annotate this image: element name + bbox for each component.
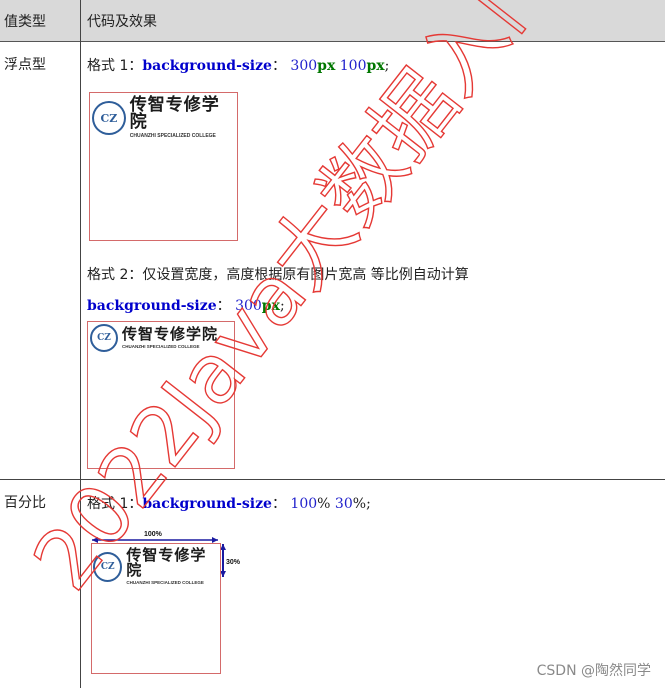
college-logo: CZ 传智专修学院 CHUANZHI SPECIALIZED COLLEGE [93, 548, 220, 586]
logo-english: CHUANZHI SPECIALIZED COLLEGE [122, 343, 200, 349]
value-unit: px [261, 298, 280, 314]
demo-box-300-auto: CZ 传智专修学院 CHUANZHI SPECIALIZED COLLEGE [87, 321, 235, 469]
college-emblem-icon: CZ [90, 324, 118, 352]
css-property: background-size [87, 298, 217, 314]
logo-english: CHUANZHI SPECIALIZED COLLEGE [126, 580, 204, 585]
value-number: 300 [290, 58, 318, 74]
dim-height-label: 30% [226, 559, 241, 566]
colon: ： [271, 58, 286, 74]
logo-chinese: 传智专修学院 [126, 546, 207, 579]
colon: ： [216, 298, 231, 314]
row-divider [0, 479, 665, 480]
format2-note: 格式 2：仅设置宽度，高度根据原有图片宽高 等比例自动计算 [87, 267, 469, 283]
dim-width-label: 100% [144, 531, 162, 538]
demo-box-300x100: CZ 传智专修学院 CHUANZHI SPECIALIZED COLLEGE [89, 92, 238, 241]
format-prefix: 格式 1： [87, 496, 143, 512]
header-code-effect: 代码及效果 [87, 14, 157, 30]
semicolon: ; [366, 496, 371, 512]
college-logo: CZ 传智专修学院 CHUANZHI SPECIALIZED COLLEGE [90, 324, 218, 352]
value-number: 30 [334, 496, 353, 512]
semicolon: ; [279, 298, 285, 314]
value-unit: % [317, 496, 331, 512]
css-property: background-size [142, 58, 272, 74]
logo-chinese: 传智专修学院 [129, 95, 220, 132]
header-value-type: 值类型 [4, 14, 46, 30]
column-divider [80, 0, 81, 688]
value-unit: px [366, 58, 385, 74]
college-emblem-icon: CZ [92, 101, 126, 135]
value-unit: px [317, 58, 336, 74]
logo-chinese: 传智专修学院 [122, 324, 219, 343]
table-header: 值类型 代码及效果 [0, 0, 665, 42]
row-label-percent: 百分比 [4, 495, 46, 511]
value-number: 100 [290, 496, 318, 512]
colon: ： [271, 496, 286, 512]
semicolon: ; [384, 58, 390, 74]
value-number: 300 [235, 298, 262, 314]
row-label-float: 浮点型 [4, 57, 46, 73]
code-line-format2: background-size： 300px; [87, 295, 285, 315]
css-property: background-size [142, 496, 272, 512]
demo-box-percent: CZ 传智专修学院 CHUANZHI SPECIALIZED COLLEGE [91, 543, 221, 674]
college-logo: CZ 传智专修学院 CHUANZHI SPECIALIZED COLLEGE [92, 97, 237, 139]
code-line-percent: 格式 1：background-size： 100% 30%; [87, 493, 371, 513]
value-number: 100 [339, 58, 367, 74]
college-emblem-icon: CZ [93, 551, 123, 582]
code-line-format1: 格式 1：background-size： 300px 100px; [87, 55, 389, 75]
format-prefix: 格式 1： [87, 58, 143, 74]
document-page: 值类型 代码及效果 浮点型 格式 1：background-size： 300p… [0, 0, 665, 688]
value-unit: % [352, 496, 367, 512]
logo-english: CHUANZHI SPECIALIZED COLLEGE [129, 133, 216, 139]
csdn-credit: CSDN @陶然同学 [536, 663, 651, 679]
